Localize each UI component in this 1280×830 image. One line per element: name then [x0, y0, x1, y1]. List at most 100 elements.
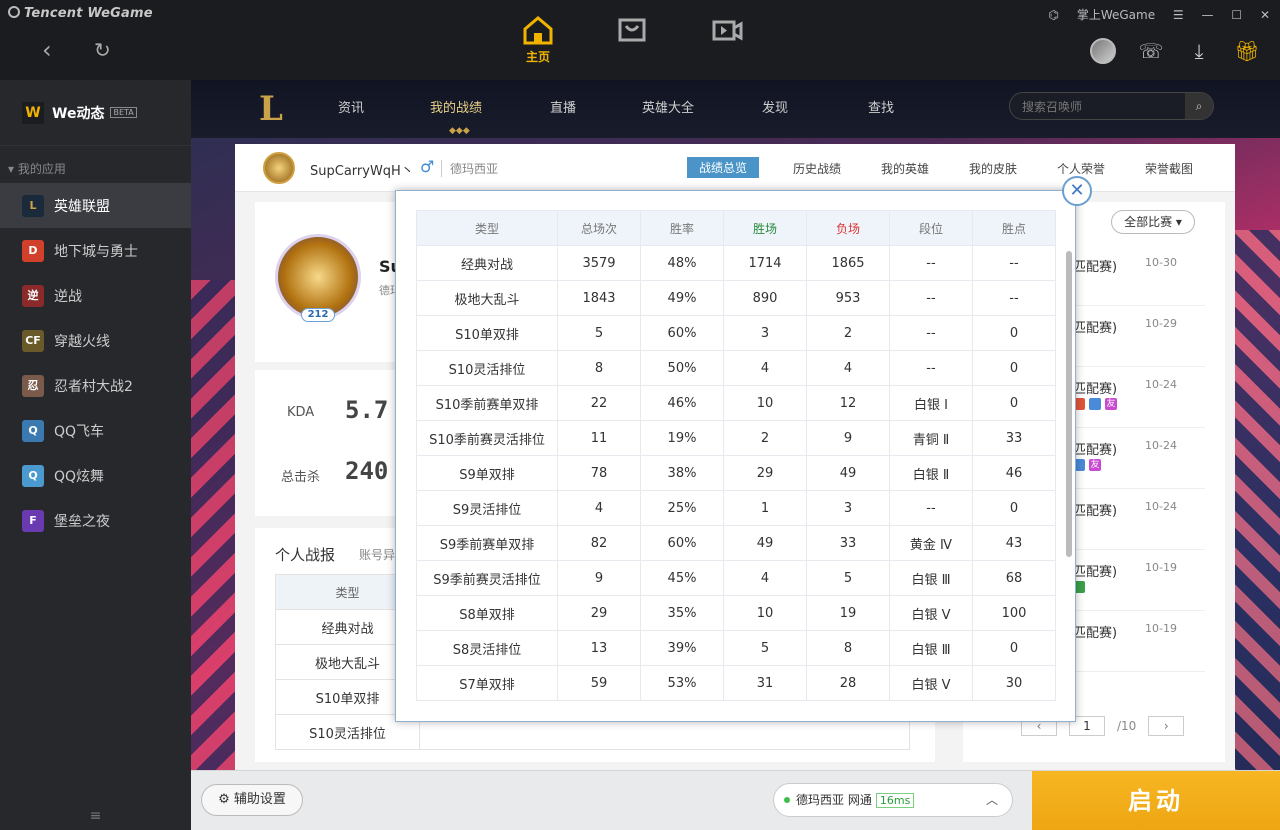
match-mode: 匹配赛): [1073, 321, 1118, 336]
close-window-button[interactable]: ✕: [1260, 8, 1270, 22]
table-cell: 35%: [640, 595, 724, 631]
sidebar-item-label: QQ飞车: [54, 423, 105, 440]
table-cell: 46%: [640, 385, 724, 421]
tab-honor-screenshots[interactable]: 荣誉截图: [1145, 160, 1193, 177]
back-button[interactable]: ‹: [42, 38, 52, 62]
lol-nav-live[interactable]: 直播: [550, 97, 576, 116]
sidebar-item-ninja[interactable]: 忍忍者村大战2: [0, 363, 191, 408]
refresh-button[interactable]: ↻: [94, 38, 111, 62]
network-label: 网通: [847, 793, 872, 807]
assist-settings-button[interactable]: ⚙ 辅助设置: [201, 784, 303, 816]
table-cell: 极地大乱斗: [416, 280, 558, 316]
table-cell: 3: [806, 490, 890, 526]
we-icon: W: [22, 101, 44, 124]
table-cell: 5: [557, 315, 641, 351]
topnav-home[interactable]: 主页: [513, 14, 563, 65]
list-item[interactable]: 匹配赛) 10-19: [1073, 612, 1205, 672]
table-cell: 31: [723, 665, 807, 701]
table-cell: 8: [557, 350, 641, 386]
minimize-button[interactable]: —: [1202, 8, 1214, 22]
sidebar-item-lol[interactable]: L 英雄联盟: [0, 183, 191, 228]
table-cell: 60%: [640, 525, 724, 561]
tab-history[interactable]: 历史战绩: [793, 160, 841, 177]
table-cell: 19%: [640, 420, 724, 456]
table-cell: 2: [806, 315, 890, 351]
friend-tag: 友: [1105, 398, 1117, 410]
sidebar-item-fortnite[interactable]: F 堡垒之夜: [0, 498, 191, 543]
list-item[interactable]: 匹配赛) 10-24 友: [1073, 429, 1205, 489]
sidebar-item-qqdance[interactable]: Q QQ炫舞: [0, 453, 191, 498]
list-item[interactable]: 匹配赛) 10-30: [1073, 246, 1205, 306]
launch-button[interactable]: 启动: [1032, 771, 1280, 830]
maximize-button[interactable]: ☐: [1231, 8, 1242, 22]
we-dynamic[interactable]: W We动态 BETA: [0, 80, 191, 146]
table-cell: 29: [723, 455, 807, 491]
header-lp: 胜点: [972, 210, 1056, 246]
lol-nav-news[interactable]: 资讯: [338, 97, 364, 116]
table-row: 极地大乱斗 1843 49% 890 953 -- --: [416, 280, 1056, 316]
mobile-wegame-link[interactable]: ⌬ 掌上WeGame: [1049, 8, 1156, 22]
list-item[interactable]: 匹配赛) 10-24 友: [1073, 368, 1205, 428]
sidebar-item-qqspeed[interactable]: Q QQ飞车: [0, 408, 191, 453]
tab-honor[interactable]: 个人荣誉: [1057, 160, 1105, 177]
table-cell: 68: [972, 560, 1056, 596]
table-cell: S9季前赛灵活排位: [416, 560, 558, 596]
summoner-search-input[interactable]: 搜索召唤师 ⌕: [1009, 92, 1214, 120]
list-item[interactable]: 匹配赛) 10-19: [1073, 551, 1205, 611]
table-cell: 4: [723, 560, 807, 596]
topnav-store[interactable]: [607, 14, 657, 46]
home-label: 主页: [525, 50, 550, 64]
tab-my-skins[interactable]: 我的皮肤: [969, 160, 1017, 177]
sidebar-item-dnf[interactable]: D 地下城与勇士: [0, 228, 191, 273]
tab-overview[interactable]: 战绩总览: [687, 157, 760, 178]
table-row: S9季前赛单双排 82 60% 49 33 黄金 Ⅳ 43: [416, 525, 1056, 561]
table-cell: S9季前赛单双排: [416, 525, 558, 561]
table-cell: 890: [723, 280, 807, 316]
table-cell: 50%: [640, 350, 724, 386]
voice-icon[interactable]: ☏: [1138, 38, 1164, 64]
gift-icon[interactable]: 🎁︎: [1234, 38, 1260, 64]
lol-nav-find[interactable]: 查找: [868, 97, 894, 116]
table-cell: 3: [723, 315, 807, 351]
table-row: S10季前赛单双排 22 46% 10 12 白银 Ⅰ0: [416, 385, 1056, 421]
popup-close-button[interactable]: ✕: [1062, 176, 1092, 206]
match-mode: 匹配赛): [1073, 260, 1118, 275]
lol-nav-discover[interactable]: 发现: [762, 97, 788, 116]
table-cell: --: [889, 245, 973, 281]
next-page-button[interactable]: ›: [1148, 716, 1185, 736]
lol-nav-my-record[interactable]: 我的战绩: [430, 97, 482, 116]
sidebar-item-label: 英雄联盟: [54, 198, 110, 215]
sidebar-menu-icon[interactable]: ≡: [0, 808, 191, 824]
lol-nav-heroes[interactable]: 英雄大全: [642, 97, 694, 116]
match-date: 10-19: [1145, 622, 1177, 635]
match-date: 10-24: [1145, 439, 1177, 452]
download-icon[interactable]: ⤓: [1186, 38, 1212, 64]
total-kills-value: 240: [345, 457, 389, 485]
sidebar-item-label: 穿越火线: [54, 333, 110, 350]
list-item[interactable]: 匹配赛) 10-24: [1073, 490, 1205, 550]
match-mode: 匹配赛): [1073, 443, 1118, 458]
top-icons: ☏ ⤓ 🎁︎: [1090, 38, 1260, 64]
profile-card: 212 Su 德玛: [255, 202, 415, 362]
table-cell: 38%: [640, 455, 724, 491]
account-label: 账号异: [359, 548, 396, 562]
sidebar-item-cf[interactable]: CF 穿越火线: [0, 318, 191, 363]
sidebar-item-nizhan[interactable]: 逆逆战: [0, 273, 191, 318]
table-cell: 10: [723, 595, 807, 631]
table-cell: 5: [806, 560, 890, 596]
tab-my-heroes[interactable]: 我的英雄: [881, 160, 929, 177]
menu-icon[interactable]: ☰: [1173, 8, 1184, 22]
server-selector[interactable]: 德玛西亚 网通 16ms ︿: [773, 783, 1013, 817]
topnav-video[interactable]: [702, 14, 752, 46]
popup-scrollbar[interactable]: [1066, 251, 1072, 557]
list-item[interactable]: 匹配赛) 10-29: [1073, 307, 1205, 367]
my-apps-header[interactable]: ▾ 我的应用: [0, 146, 191, 183]
lol-logo-icon: L: [259, 89, 283, 129]
user-avatar[interactable]: [1090, 38, 1116, 64]
match-filter-dropdown[interactable]: 全部比赛 ▾: [1111, 210, 1195, 234]
table-cell: 白银 Ⅲ: [889, 560, 973, 596]
table-row: S10单双排 5 60% 3 2 -- 0: [416, 315, 1056, 351]
total-kills-label: 总击杀: [281, 470, 321, 485]
search-icon[interactable]: ⌕: [1185, 93, 1213, 119]
record-table-body: 经典对战 3579 48% 1714 1865 -- -- 极地大乱斗 1843 49% 890 95…: [416, 245, 1056, 701]
